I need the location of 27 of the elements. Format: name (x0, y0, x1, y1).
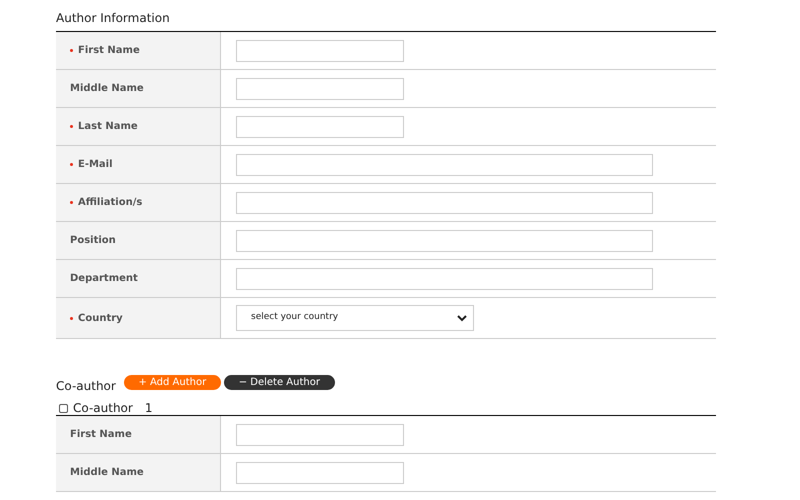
field-label: Country (78, 312, 123, 326)
text-field[interactable] (236, 154, 653, 176)
coauthor-number: 1 (144, 400, 152, 417)
field-label: E-Mail (78, 158, 113, 172)
checkbox[interactable] (59, 404, 68, 412)
field-label: Affiliation/s (78, 196, 142, 210)
delete-author-button[interactable]: − Delete Author (224, 374, 335, 390)
text-field[interactable] (236, 424, 404, 446)
section-title: Co-author (56, 378, 116, 395)
field-label: Department (70, 272, 138, 286)
text-field[interactable] (236, 116, 404, 138)
field-label: Middle Name (70, 466, 144, 480)
country-select[interactable]: select your country (236, 305, 474, 331)
text-field[interactable] (236, 462, 404, 484)
text-field[interactable] (236, 192, 653, 214)
text-field[interactable] (236, 40, 404, 62)
field-label: Middle Name (70, 82, 144, 96)
coauthor-label: Co-author (73, 400, 133, 417)
chevron-down-icon (457, 314, 467, 322)
field-label: Position (70, 234, 116, 248)
text-field[interactable] (236, 268, 653, 290)
field-label: First Name (78, 44, 140, 58)
field-label: Last Name (78, 120, 138, 134)
text-field[interactable] (236, 78, 404, 100)
section-title: Author Information (56, 10, 171, 27)
text-field[interactable] (236, 230, 653, 252)
field-label: First Name (70, 428, 132, 442)
